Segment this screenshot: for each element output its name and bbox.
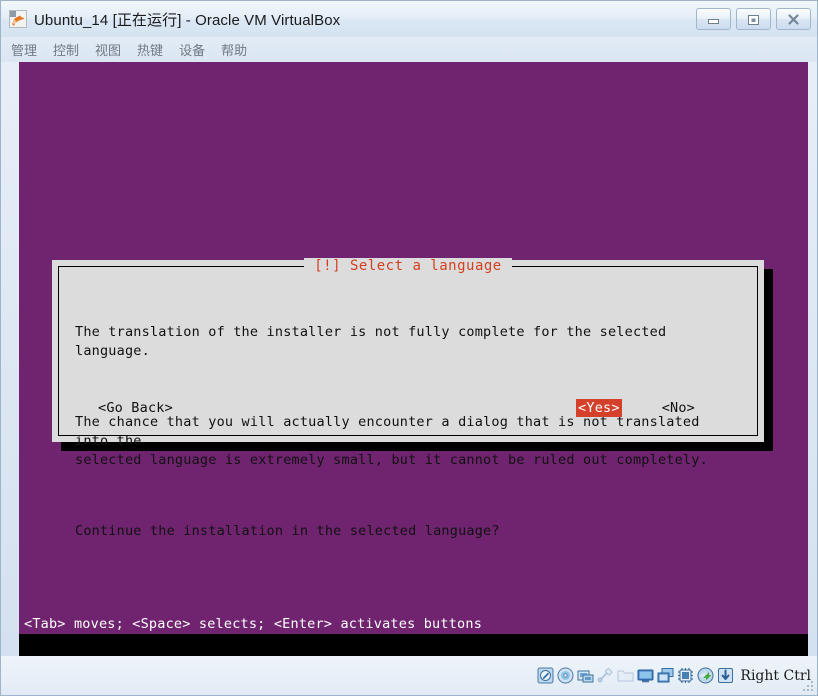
dialog-button-row: <Go Back> <Yes> <No> [75,399,741,417]
minimize-icon [708,19,719,24]
shared-folder-icon[interactable] [617,667,634,684]
no-button[interactable]: <No> [660,399,697,417]
optical-disk-icon[interactable] [557,667,574,684]
dialog-paragraph-2: The chance that you will actually encoun… [75,414,708,468]
window-controls [696,8,811,30]
dialog-inner-frame: [!] Select a language The translation of… [58,258,758,539]
hard-disk-icon[interactable] [537,667,554,684]
installer-bottom-bar [19,634,808,656]
status-bar-icons [537,667,734,684]
virtualbox-icon [9,10,27,28]
menu-bar: 管理 控制 视图 热键 设备 帮助 [1,37,817,62]
host-key-label: Right Ctrl [740,667,811,684]
minimize-button[interactable] [696,8,731,30]
vm-screen[interactable]: [!] Select a language The translation of… [19,62,808,656]
processor-icon[interactable] [677,667,694,684]
installer-status-line: <Tab> moves; <Space> selects; <Enter> ac… [19,614,808,634]
window-title: Ubuntu_14 [正在运行] - Oracle VM VirtualBox [34,11,341,29]
installer-status-text: <Tab> moves; <Space> selects; <Enter> ac… [24,616,483,632]
display-icon[interactable] [637,667,654,684]
menu-item-view[interactable]: 视图 [95,40,121,59]
mouse-integration-icon[interactable] [717,667,734,684]
usb-icon[interactable] [597,667,614,684]
restore-button[interactable] [736,8,771,30]
network-icon[interactable] [697,667,714,684]
menu-item-help[interactable]: 帮助 [221,40,247,59]
resize-grip[interactable] [802,680,815,693]
floppy-disk-icon[interactable] [577,667,594,684]
close-icon [788,13,799,25]
dialog-paragraph-3: Continue the installation in the selecte… [75,523,500,539]
close-button[interactable] [776,8,811,30]
select-language-dialog: [!] Select a language The translation of… [52,258,764,539]
status-bar: Right Ctrl [1,656,817,695]
menu-item-machine[interactable]: 控制 [53,40,79,59]
restore-icon [748,14,759,25]
title-bar: Ubuntu_14 [正在运行] - Oracle VM VirtualBox [1,1,817,37]
yes-button[interactable]: <Yes> [576,399,622,417]
menu-item-manage[interactable]: 管理 [11,40,37,59]
video-capture-icon[interactable] [657,667,674,684]
go-back-button[interactable]: <Go Back> [96,399,175,417]
virtualbox-window: Ubuntu_14 [正在运行] - Oracle VM VirtualBox [0,0,818,696]
dialog-body: The translation of the installer is not … [59,267,757,593]
menu-item-devices[interactable]: 设备 [179,40,205,59]
menu-item-input[interactable]: 热键 [137,40,163,59]
dialog-paragraph-1: The translation of the installer is not … [75,324,675,359]
